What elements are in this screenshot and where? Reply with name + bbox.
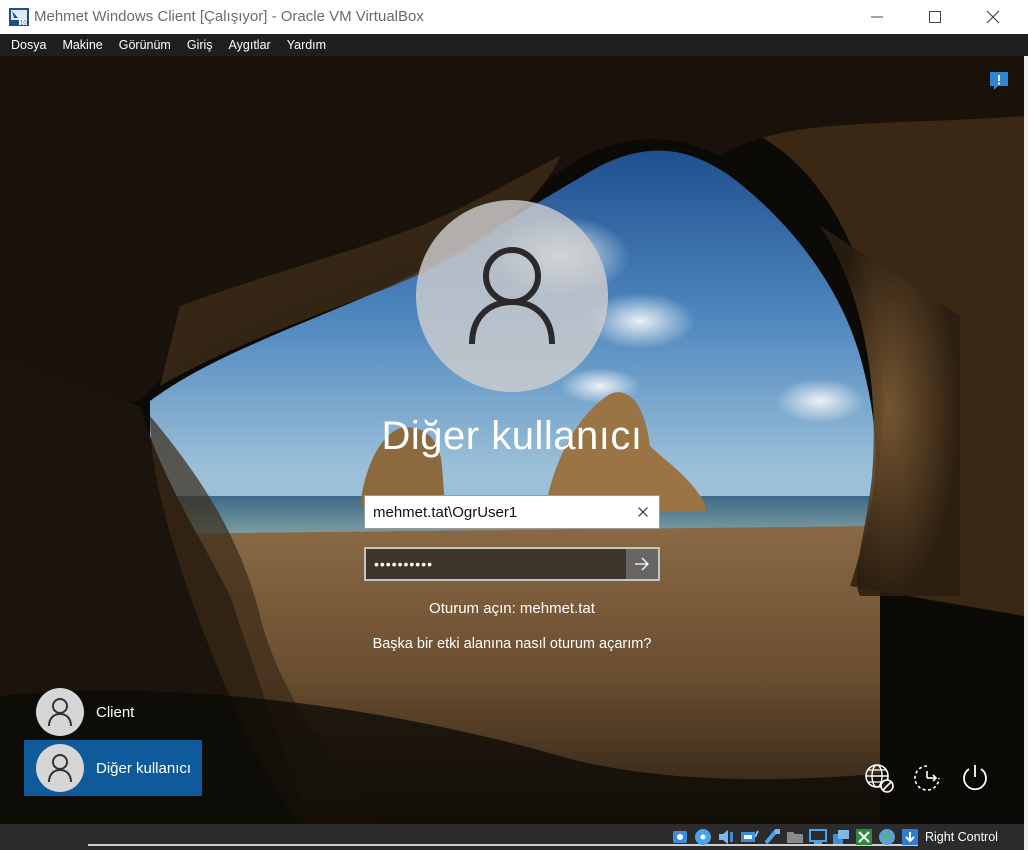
host-key-label: Right Control [925,830,998,844]
close-icon [986,10,1000,24]
virtualbox-app-icon: 10 [8,6,30,28]
svg-text:10: 10 [20,21,27,27]
usb-icon[interactable] [762,827,782,847]
virtualization-icon[interactable] [854,827,874,847]
menu-item-dosya[interactable]: Dosya [0,34,54,56]
status-bar-icons [670,827,920,847]
shared-folders-icon[interactable] [785,827,805,847]
selected-user-name: Diğer kullanıcı [381,414,643,458]
password-field[interactable] [364,547,660,581]
close-icon [638,507,648,517]
power-icon[interactable] [958,761,992,795]
arrow-right-icon [635,557,649,571]
username-field[interactable] [364,495,660,529]
password-input[interactable] [374,549,620,579]
menu-item-aygitlar[interactable]: Aygıtlar [221,34,279,56]
submit-button[interactable] [626,549,658,579]
mouse-integration-icon[interactable] [877,827,897,847]
user-tile-label: Client [96,703,135,721]
menu-item-yardim[interactable]: Yardım [279,34,334,56]
window-titlebar[interactable]: 10 Mehmet Windows Client [Çalışıyor] - O… [0,0,1028,34]
user-tile-other-user[interactable]: Diğer kullanıcı [24,740,202,796]
maximize-button[interactable] [906,0,964,34]
menu-item-gorunum[interactable]: Görünüm [111,34,179,56]
username-input[interactable] [373,496,623,528]
user-avatar [416,200,608,392]
optical-drive-icon[interactable] [693,827,713,847]
user-silhouette-icon [48,698,72,727]
avatar [36,688,84,736]
clear-username-button[interactable] [627,496,659,528]
feedback-icon[interactable] [987,69,1011,93]
minimize-button[interactable] [848,0,906,34]
menu-item-makine[interactable]: Makine [54,34,110,56]
window-right-border [1024,56,1028,850]
keyboard-capture-icon[interactable] [900,827,920,847]
video-capture-icon[interactable] [831,827,851,847]
menu-bar: Dosya Makine Görünüm Giriş Aygıtlar Yard… [0,34,1028,56]
maximize-icon [929,11,941,23]
user-silhouette-icon [48,754,72,783]
ease-of-access-icon[interactable] [910,761,944,795]
user-silhouette-icon [469,247,555,345]
audio-icon[interactable] [716,827,736,847]
avatar [36,744,84,792]
window-title: Mehmet Windows Client [Çalışıyor] - Orac… [34,8,424,25]
other-domain-help-link[interactable]: Başka bir etki alanına nasıl oturum açar… [262,636,762,652]
signin-domain-text: Oturum açın: mehmet.tat [429,600,595,617]
network-icon[interactable] [862,761,896,795]
user-tile-client[interactable]: Client [24,684,202,740]
minimize-icon [871,16,883,18]
network-adapter-icon[interactable] [739,827,759,847]
vm-display[interactable]: Diğer kullanıcı Oturum açın: mehmet.tat … [0,56,1024,824]
menu-item-giris[interactable]: Giriş [179,34,221,56]
display-icon[interactable] [808,827,828,847]
user-tile-label: Diğer kullanıcı [96,759,192,777]
hard-disk-icon[interactable] [670,827,690,847]
close-button[interactable] [964,0,1022,34]
